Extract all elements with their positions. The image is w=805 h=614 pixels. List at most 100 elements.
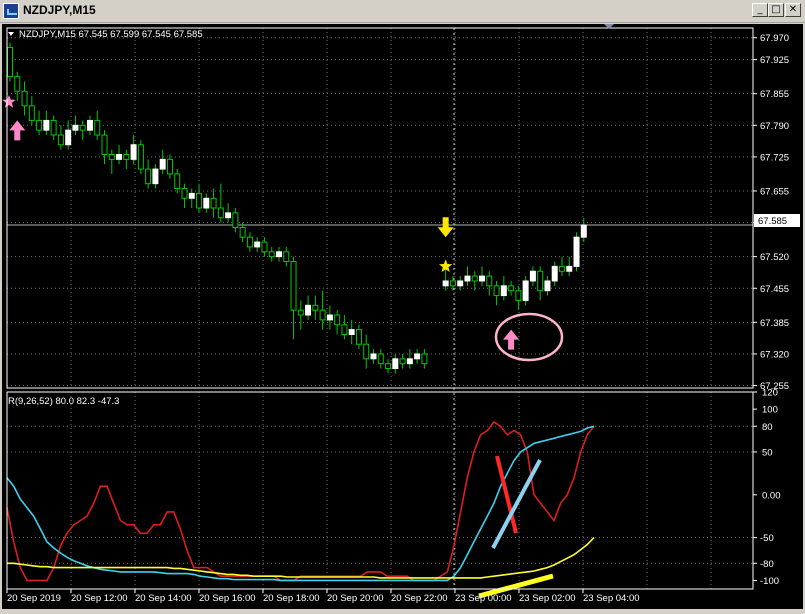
candle bbox=[399, 358, 406, 365]
candle bbox=[174, 173, 181, 190]
candle bbox=[471, 275, 478, 282]
grid bbox=[6, 28, 753, 589]
candle bbox=[57, 134, 64, 146]
candle bbox=[261, 241, 268, 253]
candle bbox=[508, 285, 515, 292]
candle bbox=[537, 270, 544, 292]
candle bbox=[486, 275, 493, 287]
dropdown-triangle-icon[interactable] bbox=[8, 32, 14, 36]
candle bbox=[7, 46, 13, 78]
price-tick-label: 67.520 bbox=[760, 252, 789, 263]
candle bbox=[14, 76, 21, 92]
candle bbox=[414, 353, 421, 360]
candle bbox=[544, 280, 551, 292]
candle bbox=[334, 314, 341, 326]
chart-header: NZDJPY,M15 67.545 67.599 67.545 67.585 bbox=[19, 29, 203, 40]
maximize-button[interactable]: □ bbox=[768, 3, 784, 17]
candle bbox=[72, 124, 79, 131]
candle bbox=[421, 353, 428, 365]
candle bbox=[196, 192, 203, 209]
indicator-tick-label: 120 bbox=[762, 388, 778, 399]
candle bbox=[203, 197, 210, 209]
candle bbox=[65, 129, 72, 146]
candles bbox=[7, 42, 587, 374]
close-button[interactable]: ✕ bbox=[785, 3, 801, 17]
candle bbox=[283, 251, 290, 263]
window-titlebar[interactable]: NZDJPY,M15 _ □ ✕ bbox=[0, 0, 805, 23]
window-title: NZDJPY,M15 bbox=[23, 3, 96, 17]
time-tick-label: 20 Sep 14:00 bbox=[135, 593, 192, 604]
down-arrow-shape bbox=[437, 217, 454, 238]
candle bbox=[50, 119, 57, 136]
candle bbox=[515, 290, 522, 301]
candle bbox=[558, 265, 565, 272]
candle bbox=[79, 124, 86, 131]
indicator-header: R(9,26,52) 80.0 82.3 -47.3 bbox=[8, 396, 119, 407]
up-arrow-shape bbox=[503, 329, 520, 350]
price-tick-label: 67.655 bbox=[760, 186, 789, 197]
candle bbox=[326, 314, 333, 321]
indicator-tick-label: 0.00 bbox=[762, 490, 781, 501]
price-tick-label: 67.320 bbox=[760, 349, 789, 360]
candle bbox=[152, 168, 159, 185]
candle bbox=[94, 119, 101, 136]
price-tick-label: 67.455 bbox=[760, 284, 789, 295]
indicator-tick-label: 80 bbox=[762, 422, 773, 433]
candle bbox=[319, 309, 326, 321]
candle bbox=[101, 134, 108, 155]
price-tick-label: 67.970 bbox=[760, 33, 789, 44]
candle bbox=[493, 285, 500, 297]
price-tick-label: 67.725 bbox=[760, 152, 789, 163]
candle bbox=[573, 236, 580, 267]
annotations bbox=[478, 312, 564, 599]
candle bbox=[254, 241, 261, 248]
up-arrow-icon bbox=[9, 120, 26, 141]
chart-area[interactable]: 67.970 67.925 67.855 67.790 67.725 67.655 67.5… bbox=[2, 24, 803, 609]
indicator-lines bbox=[6, 420, 595, 582]
minimize-button[interactable]: _ bbox=[752, 3, 768, 17]
app-icon bbox=[3, 3, 19, 19]
time-tick-label: 20 Sep 22:00 bbox=[391, 593, 448, 604]
star-icon bbox=[2, 95, 16, 108]
candle bbox=[551, 265, 558, 282]
candle bbox=[442, 280, 449, 287]
candle bbox=[210, 197, 217, 209]
indicator-tick-label: 100 bbox=[762, 405, 778, 416]
candle bbox=[217, 207, 224, 219]
candle bbox=[449, 280, 456, 287]
terminal-window: NZDJPY,M15 _ □ ✕ 67.970 67.925 67.855 67.79… bbox=[0, 0, 805, 611]
candle bbox=[522, 280, 529, 301]
candle bbox=[86, 119, 93, 131]
time-tick-label: 20 Sep 2019 bbox=[7, 593, 61, 604]
indicator-line-3 bbox=[7, 537, 595, 579]
time-tick-label: 20 Sep 20:00 bbox=[327, 593, 384, 604]
indicator-tick-label: -80 bbox=[760, 559, 774, 570]
indicator-line-1 bbox=[6, 420, 595, 582]
candle bbox=[580, 224, 587, 238]
candle bbox=[145, 168, 152, 185]
candle bbox=[385, 363, 392, 370]
price-tick-label: 67.855 bbox=[760, 89, 789, 100]
chart-canvas[interactable]: 67.970 67.925 67.855 67.790 67.725 67.655 67.5… bbox=[2, 24, 803, 609]
candle bbox=[28, 105, 35, 121]
time-tick-label: 20 Sep 12:00 bbox=[71, 593, 128, 604]
candle bbox=[355, 329, 362, 345]
candle bbox=[406, 358, 413, 365]
candle bbox=[500, 285, 507, 297]
price-tick-label: 67.385 bbox=[760, 318, 789, 329]
time-tick-label: 20 Sep 18:00 bbox=[263, 593, 320, 604]
price-pane-border bbox=[6, 27, 754, 389]
candle bbox=[529, 270, 536, 282]
candle bbox=[348, 329, 355, 335]
candle bbox=[268, 251, 275, 258]
candle bbox=[363, 343, 370, 360]
time-tick-label: 23 Sep 02:00 bbox=[519, 593, 576, 604]
candle bbox=[232, 212, 239, 228]
candle bbox=[479, 275, 486, 282]
time-tick-label: 23 Sep 04:00 bbox=[583, 593, 640, 604]
candle bbox=[312, 304, 319, 311]
price-tick-label: 67.925 bbox=[760, 55, 789, 66]
candle bbox=[123, 153, 130, 160]
price-tick-label: 67.790 bbox=[760, 121, 789, 132]
indicator-tick-label: -50 bbox=[760, 533, 774, 544]
